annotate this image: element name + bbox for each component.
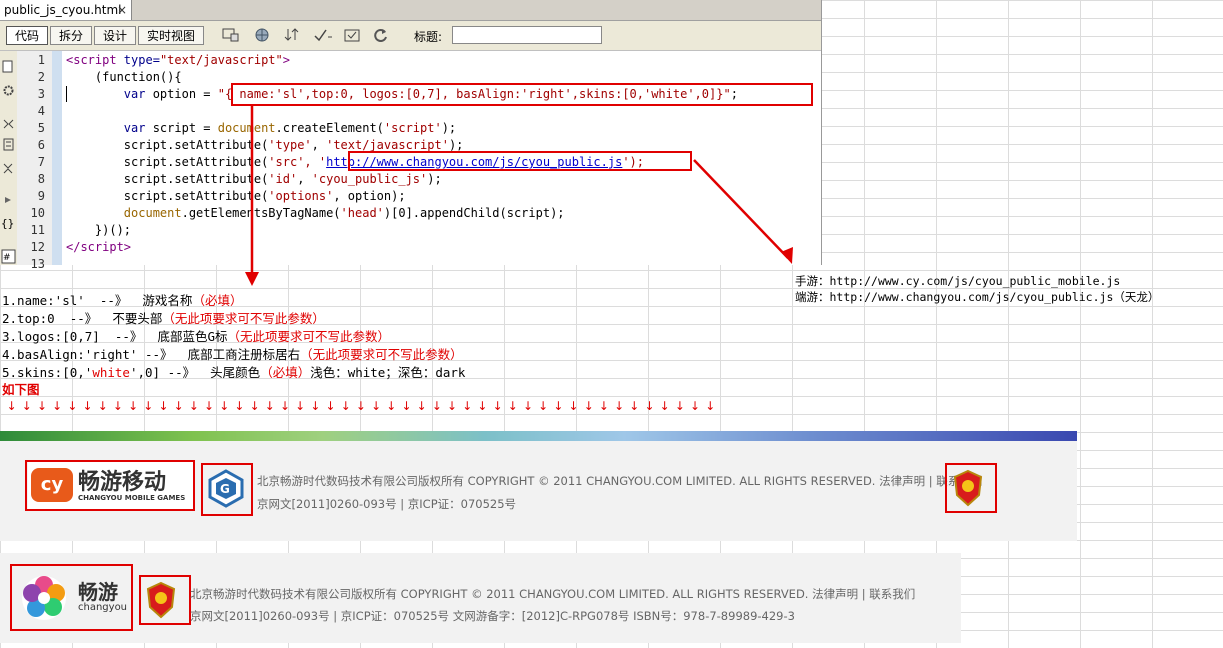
note-text: 5.skins:[0,' xyxy=(2,365,93,380)
down-arrow-mark: ↓ xyxy=(158,399,169,413)
down-arrow-mark: ↓ xyxy=(538,399,549,413)
down-arrow-mark: ↓ xyxy=(386,399,397,413)
param-note-2: 2.top:0 --》 不要头部（无此项要求可不写此参数） xyxy=(2,308,325,327)
arrow-diagonal-head xyxy=(781,247,793,264)
note-emphasis: （必填） xyxy=(192,293,243,308)
arrow-diagonal-line xyxy=(693,159,789,259)
mobile-js-url-note: 手游：http://www.cy.com/js/cyou_public_mobi… xyxy=(795,274,1121,288)
down-arrow-mark: ↓ xyxy=(6,399,17,413)
down-arrow-mark: ↓ xyxy=(598,399,609,413)
g-logo-highlight-box xyxy=(201,463,253,516)
down-arrow-mark: ↓ xyxy=(279,399,290,413)
down-arrow-mark: ↓ xyxy=(219,399,230,413)
note-text: ',0] --》 头尾颜色 xyxy=(129,365,261,380)
down-arrow-mark: ↓ xyxy=(234,399,245,413)
down-arrow-mark: ↓ xyxy=(128,399,139,413)
param-note-1: 1.name:'sl' --》 游戏名称（必填） xyxy=(2,290,242,309)
footer-license-text: 京网文[2011]0260-093号 | 京ICP证：070525号 xyxy=(257,497,517,511)
footer-copyright-text: 北京畅游时代数码技术有限公司版权所有 COPYRIGHT © 2011 CHAN… xyxy=(190,587,916,601)
down-arrow-mark: ↓ xyxy=(447,399,458,413)
logo-highlight-box xyxy=(25,460,195,511)
pc-js-url-note: 端游：http://www.changyou.com/js/cyou_publi… xyxy=(795,290,1160,304)
down-arrow-mark: ↓ xyxy=(340,399,351,413)
down-arrow-mark: ↓ xyxy=(553,399,564,413)
down-arrow-mark: ↓ xyxy=(416,399,427,413)
down-arrow-mark: ↓ xyxy=(477,399,488,413)
down-arrow-mark: ↓ xyxy=(431,399,442,413)
down-arrow-mark: ↓ xyxy=(492,399,503,413)
down-arrow-mark: ↓ xyxy=(264,399,275,413)
down-arrow-mark: ↓ xyxy=(568,399,579,413)
note-text: 4.basAlign:'right' --》 底部工商注册标居右 xyxy=(2,347,301,362)
down-arrow-mark: ↓ xyxy=(295,399,306,413)
down-arrow-mark: ↓ xyxy=(82,399,93,413)
down-arrow-mark: ↓ xyxy=(690,399,701,413)
down-arrow-mark: ↓ xyxy=(705,399,716,413)
down-arrow-mark: ↓ xyxy=(583,399,594,413)
down-arrow-mark: ↓ xyxy=(204,399,215,413)
down-arrow-mark: ↓ xyxy=(659,399,670,413)
down-arrow-mark: ↓ xyxy=(629,399,640,413)
arrow-down-head xyxy=(245,272,259,286)
note-emphasis: （无此项要求可不写此参数） xyxy=(162,311,325,326)
logo2-highlight-box xyxy=(10,564,133,631)
see-below-label: 如下图 xyxy=(2,382,40,397)
down-arrow-mark: ↓ xyxy=(36,399,47,413)
down-arrow-mark: ↓ xyxy=(188,399,199,413)
note-text: 2.top:0 --》 不要头部 xyxy=(2,311,163,326)
param-note-4: 4.basAlign:'right' --》 底部工商注册标居右（无此项要求可不… xyxy=(2,344,463,363)
down-arrow-mark: ↓ xyxy=(325,399,336,413)
note-emphasis: （必填） xyxy=(260,365,311,380)
badge-highlight-box xyxy=(945,463,997,513)
note-text: 1.name:'sl' --》 游戏名称 xyxy=(2,293,193,308)
down-arrow-mark: ↓ xyxy=(401,399,412,413)
note-text: 浅色：white；深色：dark xyxy=(310,365,466,380)
down-arrow-mark: ↓ xyxy=(173,399,184,413)
footer-color-stripe xyxy=(0,431,1077,441)
param-note-5: 5.skins:[0,'white',0] --》 头尾颜色（必填）浅色：whi… xyxy=(2,362,465,381)
note-emphasis: （无此项要求可不写此参数） xyxy=(227,329,391,344)
down-arrow-mark: ↓ xyxy=(52,399,63,413)
note-emphasis: （无此项要求可不写此参数） xyxy=(300,347,463,362)
down-arrow-mark: ↓ xyxy=(644,399,655,413)
footer-license-text: 京网文[2011]0260-093号 | 京ICP证：070525号 文网游备字… xyxy=(190,609,795,623)
down-arrow-mark: ↓ xyxy=(97,399,108,413)
down-arrow-mark: ↓ xyxy=(674,399,685,413)
down-arrow-mark: ↓ xyxy=(310,399,321,413)
down-arrow-mark: ↓ xyxy=(355,399,366,413)
down-arrow-mark: ↓ xyxy=(371,399,382,413)
param-note-3: 3.logos:[0,7] --》 底部蓝色G标（无此项要求可不写此参数） xyxy=(2,326,390,345)
down-arrow-mark: ↓ xyxy=(143,399,154,413)
down-arrow-mark: ↓ xyxy=(462,399,473,413)
down-arrow-mark: ↓ xyxy=(522,399,533,413)
down-arrow-row: ↓ ↓ ↓ ↓ ↓ ↓ ↓ ↓ ↓ ↓ ↓ ↓ ↓ ↓ ↓ ↓ ↓ ↓ ↓ ↓ ↓ ↓ ↓ ↓ ↓ ↓ ↓ ↓ ↓ ↓ ↓ ↓ ↓ ↓ ↓ ↓ ↓ ↓ ↓ ↓… xyxy=(4,399,718,413)
down-arrow-mark: ↓ xyxy=(21,399,32,413)
down-arrow-mark: ↓ xyxy=(507,399,518,413)
footer-copyright-text: 北京畅游时代数码技术有限公司版权所有 COPYRIGHT © 2011 CHAN… xyxy=(257,474,983,488)
down-arrow-mark: ↓ xyxy=(249,399,260,413)
down-arrow-mark: ↓ xyxy=(112,399,123,413)
badge2-highlight-box xyxy=(139,575,191,625)
note-text: 3.logos:[0,7] --》 底部蓝色G标 xyxy=(2,329,228,344)
down-arrow-mark: ↓ xyxy=(67,399,78,413)
note-emphasis: white xyxy=(92,365,130,380)
down-arrow-mark: ↓ xyxy=(614,399,625,413)
